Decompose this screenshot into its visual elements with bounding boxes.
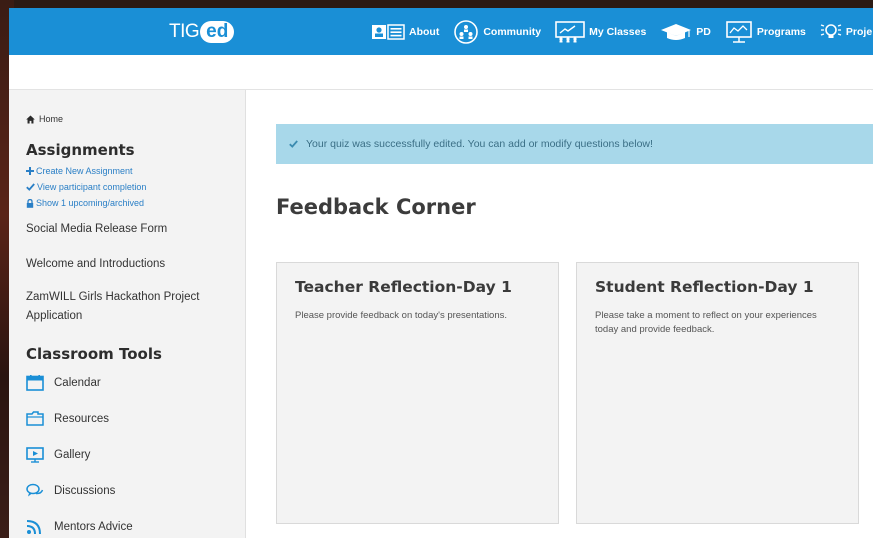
tool-mentors-advice[interactable]: Mentors Advice: [26, 519, 133, 535]
top-nav-bar: TIG ed About Community My Classes PD Pro…: [9, 8, 873, 55]
sidebar: Home Assignments Create New Assignment V…: [9, 90, 246, 538]
discussion-icon: [26, 483, 44, 497]
nav-about[interactable]: About: [371, 8, 439, 55]
assignments-heading: Assignments: [26, 141, 135, 159]
graduation-cap-icon: [661, 23, 692, 40]
alert-message: Your quiz was successfully edited. You c…: [306, 138, 653, 150]
presentation-icon: [726, 20, 752, 43]
rss-icon: [26, 520, 41, 535]
breadcrumb-home[interactable]: Home: [26, 114, 63, 124]
tool-gallery-label: Gallery: [54, 449, 91, 461]
classroom-icon: [555, 20, 585, 42]
nav-my-classes-label: My Classes: [589, 25, 647, 38]
card-description: Please provide feedback on today's prese…: [295, 310, 508, 321]
tool-mentors-advice-label: Mentors Advice: [54, 521, 133, 533]
nav-programs-label: Programs: [756, 25, 806, 38]
feedback-card[interactable]: Teacher Reflection-Day 1 Please provide …: [276, 262, 559, 524]
home-icon: [26, 114, 35, 124]
assignment-item[interactable]: Welcome and Introductions: [26, 255, 231, 274]
card-description: Please take a moment to reflect on your …: [595, 310, 817, 335]
create-assignment-link[interactable]: Create New Assignment: [26, 166, 133, 176]
tool-discussions[interactable]: Discussions: [26, 483, 115, 498]
gallery-icon: [26, 447, 44, 463]
card-title[interactable]: Student Reflection-Day 1: [595, 278, 814, 296]
lightbulb-icon: [820, 23, 842, 38]
nav-about-label: About: [409, 25, 440, 38]
community-icon: [454, 19, 479, 44]
view-completion-link[interactable]: View participant completion: [26, 182, 146, 192]
folder-icon: [26, 411, 44, 426]
main-nav: About Community My Classes PD Programs P…: [371, 8, 872, 55]
id-card-icon: [372, 23, 405, 40]
show-archived-label: Show 1 upcoming/archived: [36, 198, 145, 208]
main-content: Your quiz was successfully edited. You c…: [246, 90, 873, 538]
feedback-card[interactable]: Student Reflection-Day 1 Please take a m…: [576, 262, 859, 524]
nav-community[interactable]: Community: [453, 8, 541, 55]
check-icon: [26, 183, 35, 191]
assignment-item[interactable]: Social Media Release Form: [26, 220, 231, 239]
classroom-tools-heading: Classroom Tools: [26, 345, 162, 363]
nav-community-label: Community: [483, 25, 542, 38]
check-icon: [289, 140, 298, 148]
lock-icon: [26, 198, 34, 208]
nav-pd[interactable]: PD: [660, 8, 711, 55]
nav-projects-label: Proje: [845, 25, 873, 38]
logo-suffix: ed: [200, 21, 235, 43]
tool-resources[interactable]: Resources: [26, 411, 109, 426]
tool-discussions-label: Discussions: [54, 484, 116, 497]
success-alert: Your quiz was successfully edited. You c…: [276, 124, 873, 164]
background-top: [0, 0, 873, 8]
view-completion-label: View participant completion: [37, 182, 147, 192]
assignment-item[interactable]: ZamWILL Girls Hackathon Project Applicat…: [26, 288, 231, 326]
tiged-logo[interactable]: TIG ed: [169, 20, 235, 44]
calendar-icon: [26, 375, 44, 391]
logo-prefix: TIG: [169, 21, 200, 42]
tool-gallery[interactable]: Gallery: [26, 447, 90, 463]
nav-projects[interactable]: Proje: [820, 8, 872, 55]
nav-pd-label: PD: [696, 25, 711, 38]
tool-calendar-label: Calendar: [54, 377, 101, 389]
plus-icon: [26, 167, 34, 175]
show-archived-link[interactable]: Show 1 upcoming/archived: [26, 198, 144, 208]
card-title[interactable]: Teacher Reflection-Day 1: [295, 278, 512, 296]
create-assignment-label: Create New Assignment: [36, 166, 133, 176]
nav-programs[interactable]: Programs: [725, 8, 806, 55]
page-title: Feedback Corner: [276, 195, 476, 219]
tool-calendar[interactable]: Calendar: [26, 375, 101, 391]
nav-my-classes[interactable]: My Classes: [555, 8, 646, 55]
home-label: Home: [39, 114, 64, 124]
tool-resources-label: Resources: [54, 412, 109, 425]
sub-header-band: [9, 55, 873, 90]
